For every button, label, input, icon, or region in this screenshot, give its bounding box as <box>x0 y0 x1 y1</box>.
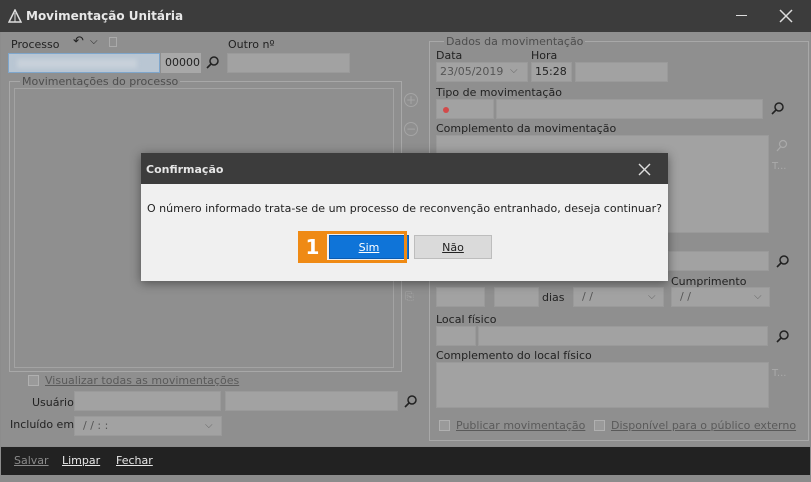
movimentacoes-title: Movimentações do processo <box>20 75 181 88</box>
outro-input[interactable] <box>227 53 350 73</box>
text-format-local-icon[interactable]: T... <box>772 368 786 379</box>
disponivel-checkbox[interactable] <box>594 420 605 431</box>
window-title: Movimentação Unitária <box>26 9 184 23</box>
local-desc-input[interactable] <box>478 326 768 346</box>
info-icon <box>109 37 117 47</box>
search-hidden-row-icon[interactable] <box>776 254 790 268</box>
prazo-input[interactable] <box>494 287 539 307</box>
visualizar-checkbox[interactable] <box>28 375 39 386</box>
dialog-message: O número informado trata-se de um proces… <box>147 202 662 215</box>
processo-label: Processo <box>11 38 60 51</box>
usuario-name-input[interactable] <box>225 391 398 411</box>
required-indicator-icon <box>443 107 449 113</box>
publicar-label: Publicar movimentação <box>456 419 586 432</box>
add-icon[interactable]: + <box>404 93 418 107</box>
data-label: Data <box>436 49 463 62</box>
usuario-input[interactable] <box>74 391 221 411</box>
undo-icon[interactable]: ↶ <box>73 34 84 50</box>
document-icon[interactable]: ⎘ <box>405 290 417 303</box>
local-label: Local físico <box>436 313 497 326</box>
hidden-row-input[interactable] <box>668 251 769 271</box>
confirmation-dialog: Confirmação O número informado trata-se … <box>141 153 668 281</box>
hora-label: Hora <box>531 49 558 62</box>
limpar-button[interactable]: Limpar <box>62 454 100 467</box>
processo-suffix-input[interactable]: 00000 <box>161 53 201 73</box>
chevron-down-icon[interactable]: ⌵ <box>90 34 98 50</box>
outro-label: Outro nº <box>228 38 275 51</box>
bottom-toolbar: Salvar Limpar Fechar <box>1 447 810 475</box>
complemento-local-label: Complemento do local físico <box>436 349 592 362</box>
dados-title: Dados da movimentação <box>444 35 586 48</box>
search-processo-icon[interactable] <box>206 55 220 69</box>
title-bar: Movimentação Unitária <box>0 0 811 32</box>
minimize-icon[interactable] <box>736 15 747 16</box>
processo-input[interactable] <box>8 53 160 73</box>
search-local-icon[interactable] <box>776 329 790 343</box>
tipo-desc-input[interactable] <box>496 99 763 119</box>
dialog-title: Confirmação <box>146 163 224 176</box>
publicar-checkbox[interactable] <box>439 420 450 431</box>
visualizar-label: Visualizar todas as movimentações <box>45 374 240 387</box>
tipo-label: Tipo de movimentação <box>436 86 562 99</box>
disponivel-label: Disponível para o público externo <box>611 419 797 432</box>
nao-button[interactable]: Não <box>414 235 492 259</box>
step-badge: 1 <box>298 231 327 263</box>
app-logo-icon <box>8 9 22 23</box>
dialog-close-icon[interactable] <box>638 163 651 176</box>
vencimento-dropdown-icon[interactable]: ⌵ <box>648 289 656 305</box>
redacted-process-number <box>17 59 137 68</box>
remove-icon[interactable]: − <box>404 122 418 136</box>
cumprimento-dropdown-icon[interactable]: ⌵ <box>754 289 762 305</box>
complemento-label: Complemento da movimentação <box>436 122 617 135</box>
dialog-title-bar: Confirmação <box>141 153 668 184</box>
nao-button-label: Não <box>442 241 464 254</box>
local-code-input[interactable] <box>436 326 476 346</box>
hora-input[interactable]: 15:28 <box>531 62 572 82</box>
search-tipo-icon[interactable] <box>771 101 785 115</box>
folhas-input[interactable] <box>436 287 485 307</box>
main-window: Movimentação Unitária Processo ↶ ⌵ 00000… <box>0 0 811 482</box>
fechar-button[interactable]: Fechar <box>116 454 153 467</box>
dias-label: dias <box>542 291 565 304</box>
salvar-button[interactable]: Salvar <box>14 454 49 467</box>
hora-extra-input[interactable] <box>575 62 668 82</box>
search-usuario-icon[interactable] <box>404 394 418 408</box>
close-icon[interactable] <box>779 9 793 23</box>
usuario-label: Usuário <box>32 396 74 409</box>
data-dropdown-icon[interactable]: ⌵ <box>510 63 518 79</box>
incluido-label: Incluído em <box>10 418 75 431</box>
incluido-dropdown-icon[interactable]: ⌵ <box>205 418 213 434</box>
text-format-icon[interactable]: T... <box>772 161 786 172</box>
tipo-code-input[interactable] <box>436 99 494 119</box>
incluido-input[interactable]: / / : : <box>74 416 222 436</box>
search-complemento-icon[interactable] <box>776 139 789 152</box>
complemento-local-textarea[interactable] <box>436 362 769 408</box>
